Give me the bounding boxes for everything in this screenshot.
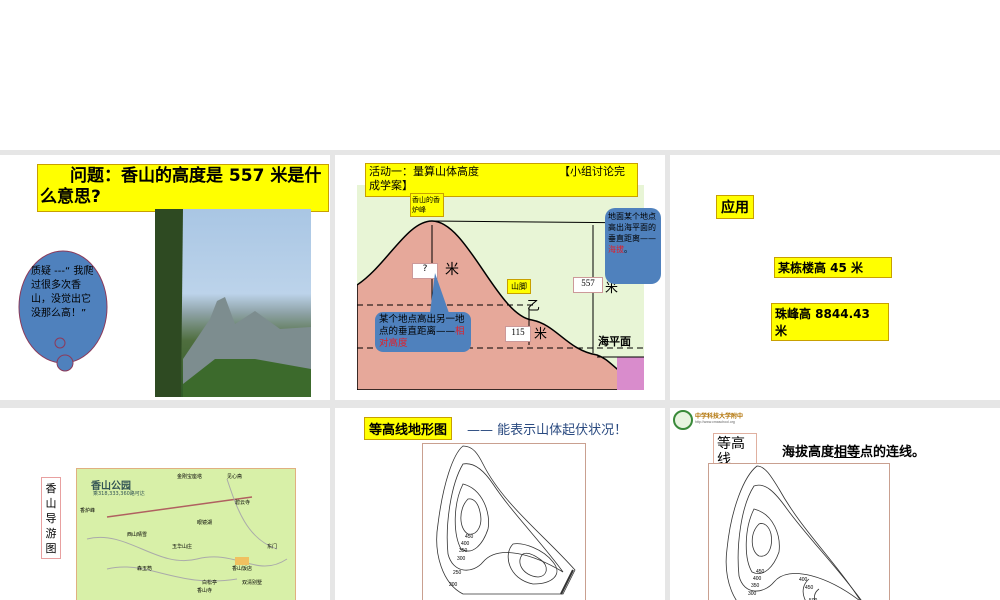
foot-mark: 乙 <box>527 299 541 314</box>
map-place: 玉华山庄 <box>172 544 193 550</box>
contour-label: 300 <box>457 556 466 562</box>
vertical-label: 香山导游图 <box>41 477 61 559</box>
contour-badge: 等高线地形图 <box>364 417 453 440</box>
peak-label: 香山的香炉峰 <box>410 193 444 217</box>
sea-level-label: 海平面 <box>598 335 631 348</box>
application-item-2: 珠峰高 8844.43 米 <box>771 303 889 341</box>
slide-title: 问题：香山的高度是 557 米是什么意思? <box>37 164 329 212</box>
height-115-box: 115 <box>505 326 531 342</box>
activity-title-left: 活动一：量算山体高度 <box>369 165 479 178</box>
contour-label: 400 <box>461 541 470 547</box>
contour-definition: 海拔高度相等点的连线。 <box>782 445 926 460</box>
contour-subtitle: —— 能表示山体起伏状况！ <box>467 423 628 438</box>
park-map: 香山公园 乘318,333,360路可达 金刚宝座塔 见心斋 香炉峰 西山晴雪 … <box>76 468 296 600</box>
slide-3[interactable]: 应用 某栋楼高 45 米 珠峰高 8844.43 米 <box>670 155 1000 400</box>
map-place: 眼镜湖 <box>197 520 213 526</box>
school-logo-url: http://www.cmaschool.org <box>695 420 735 424</box>
map-place: 双清别墅 <box>242 580 263 586</box>
map-place: 见心斋 <box>227 474 243 480</box>
contour-label: 350 <box>459 548 468 554</box>
slide-sorter: 问题：香山的高度是 557 米是什么意思? 质疑 ---“ 我爬过很多次香山，没… <box>0 150 1000 600</box>
map-place: 香炉峰 <box>80 508 96 514</box>
contour-label: 450 <box>756 569 765 575</box>
slide-2[interactable]: 活动一：量算山体高度 【小组讨论完成学案】 香山的香炉峰 ? 米 山脚 乙 557… <box>335 155 665 400</box>
school-logo-icon <box>673 410 693 430</box>
map-place: 西山晴雪 <box>127 532 148 538</box>
map-place: 香山寺 <box>197 588 213 594</box>
school-logo-text: 中学科技大学附中 <box>695 413 744 420</box>
map-place: 森玉笏 <box>137 566 153 572</box>
contour-map: 450 400 350 300 400 450 500 <box>708 463 890 600</box>
contour-label: 350 <box>751 583 760 589</box>
map-place: 金刚宝座塔 <box>177 474 203 480</box>
contour-label: 300 <box>748 591 757 597</box>
mountain-photo <box>155 209 311 397</box>
cloud-text: 质疑 ---“ 我爬过很多次香山，没觉出它没那么高！” <box>31 266 94 319</box>
application-title: 应用 <box>716 195 754 219</box>
contour-label: 450 <box>465 534 474 540</box>
map-place: 碧云寺 <box>235 500 251 506</box>
contour-label: 400 <box>799 577 808 583</box>
blank-header-area <box>0 0 1000 150</box>
activity-title: 活动一：量算山体高度 【小组讨论完成学案】 <box>365 163 638 197</box>
callout-relative-height: 某个地点高出另一地点的垂直距离——相对高度 <box>375 312 471 352</box>
callout-altitude: 地面某个地点高出海平面的垂直距离——海拔。 <box>605 208 661 284</box>
contour-label: 250 <box>453 570 462 576</box>
slide-4[interactable]: 香山导游图 香山公园 乘318,333,360路可达 金刚宝座塔 见心斋 香炉峰… <box>0 408 330 600</box>
contour-term-box: 等高线 <box>713 433 757 467</box>
map-place: 白松亭 <box>202 580 218 586</box>
star-3: 米 <box>534 327 548 342</box>
contour-label: 450 <box>805 585 814 591</box>
foot-label: 山脚 <box>507 279 531 294</box>
height-557-box: 557 <box>573 277 603 293</box>
application-item-1: 某栋楼高 45 米 <box>774 257 892 278</box>
contour-label: 400 <box>753 576 762 582</box>
contour-map: 450 400 350 300 250 200 <box>422 443 586 600</box>
map-place: 香山饭店 <box>232 566 253 572</box>
contour-label: 200 <box>449 582 458 588</box>
map-place: 东门 <box>267 544 278 550</box>
slide-5[interactable]: 等高线地形图 —— 能表示山体起伏状况！ 450 400 350 300 250… <box>335 408 665 600</box>
slide-6[interactable]: 中学科技大学附中 http://www.cmaschool.org 等高线 海拔… <box>670 408 1000 600</box>
map-subtitle: 乘318,333,360路可达 <box>93 491 145 497</box>
slide-1[interactable]: 问题：香山的高度是 557 米是什么意思? 质疑 ---“ 我爬过很多次香山，没… <box>0 155 330 400</box>
thought-cloud: 质疑 ---“ 我爬过很多次香山，没觉出它没那么高！” <box>15 245 111 375</box>
callout-pointer <box>430 273 449 313</box>
